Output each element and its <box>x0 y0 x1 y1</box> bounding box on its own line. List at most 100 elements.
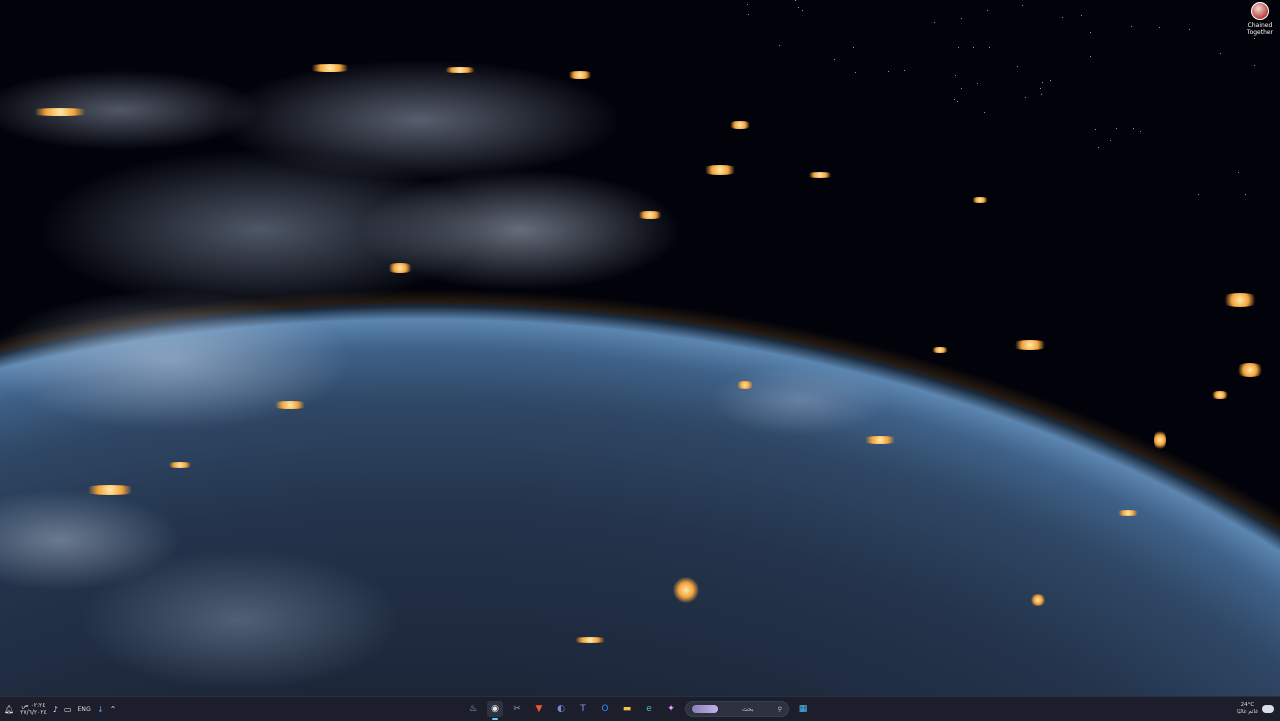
clock[interactable]: ٠٢:٢٤ ص ٢٧/٦/٢٠٢٤ <box>20 702 47 716</box>
city-light <box>1235 363 1265 377</box>
star <box>1237 172 1239 174</box>
star <box>1254 64 1255 66</box>
star <box>853 47 855 49</box>
star <box>1158 27 1160 29</box>
desktop-icon-chained-together[interactable]: Chained Together <box>1240 2 1280 42</box>
desktop-wallpaper: Chained Together <box>0 0 1280 696</box>
outlook-button[interactable]: O <box>597 701 613 717</box>
city-light <box>570 637 610 643</box>
star <box>778 44 780 46</box>
star <box>1133 128 1135 130</box>
city-light <box>735 381 755 389</box>
star <box>961 18 963 20</box>
star <box>1094 129 1096 131</box>
city-light <box>385 263 415 273</box>
star <box>1040 93 1042 95</box>
steam-button[interactable]: ♨ <box>465 701 481 717</box>
search-box[interactable]: بحث ⚲ <box>685 701 789 717</box>
city-light <box>1220 293 1260 307</box>
obs-icon: ◉ <box>491 704 499 714</box>
search-highlight-icon <box>692 705 718 713</box>
weather-condition: غائم غالبًا <box>1236 709 1258 715</box>
city-light <box>270 401 310 409</box>
star <box>833 59 835 61</box>
city-light <box>635 211 665 219</box>
star <box>957 101 959 103</box>
city-light <box>25 108 95 116</box>
weather-temp: 24°C <box>1240 702 1255 708</box>
star <box>855 71 857 73</box>
teams-icon: T <box>580 704 586 714</box>
star <box>958 46 960 48</box>
star <box>1189 29 1191 31</box>
star <box>954 99 956 101</box>
steam-icon: ♨ <box>468 704 478 714</box>
teams-button[interactable]: T <box>575 701 591 717</box>
discord-button[interactable]: ◐ <box>553 701 569 717</box>
star <box>747 4 749 6</box>
chevron-up-icon[interactable]: ⌃ <box>110 705 117 714</box>
file-explorer-button[interactable]: ▬ <box>619 701 635 717</box>
brave-icon: ▼ <box>535 704 543 714</box>
notification-icon[interactable]: 🔔︎ <box>4 705 14 714</box>
city-light <box>440 67 480 73</box>
star <box>795 0 797 2</box>
city-light <box>700 165 740 175</box>
star <box>1025 97 1027 99</box>
star <box>1081 15 1083 17</box>
discord-icon: ◐ <box>557 704 565 714</box>
city-light <box>673 577 699 603</box>
star <box>977 82 979 84</box>
star <box>1089 31 1091 33</box>
snipping-tool-icon: ✂ <box>513 704 521 714</box>
network-icon[interactable]: ▭ <box>64 705 72 714</box>
city-light <box>970 197 990 203</box>
star <box>802 10 804 11</box>
obs-button[interactable]: ◉ <box>487 701 503 720</box>
star <box>1017 66 1019 68</box>
taskbar-apps: ♨ ◉ ✂ ▼ ◐ T O ▬ e ✦ بحث ⚲ ▦ <box>465 699 811 720</box>
edge-icon: e <box>646 704 652 714</box>
download-icon[interactable]: ↓ <box>97 705 104 714</box>
chained-together-app-icon <box>1251 2 1269 20</box>
city-light <box>1154 429 1166 451</box>
star <box>1219 52 1221 54</box>
star <box>989 47 991 48</box>
star <box>1049 80 1051 82</box>
star <box>933 21 935 23</box>
brave-button[interactable]: ▼ <box>531 701 547 717</box>
city-light <box>930 347 950 353</box>
star <box>797 7 799 9</box>
city-light <box>305 64 355 72</box>
language-indicator[interactable]: ENG <box>77 706 91 713</box>
clock-date: ٢٧/٦/٢٠٢٤ <box>20 709 47 716</box>
star <box>1244 193 1246 195</box>
star <box>1130 26 1132 28</box>
folder-icon: ▬ <box>622 704 632 714</box>
edge-button[interactable]: e <box>641 701 657 717</box>
star <box>954 75 956 77</box>
weather-widget[interactable]: 24°C غائم غالبًا <box>1237 699 1274 719</box>
search-placeholder: بحث <box>742 705 754 713</box>
star <box>1140 130 1142 132</box>
star <box>984 112 986 114</box>
city-light <box>860 436 900 444</box>
copilot-icon: ✦ <box>667 704 675 714</box>
start-button[interactable]: ▦ <box>795 701 811 717</box>
copilot-button[interactable]: ✦ <box>663 701 679 717</box>
star <box>748 13 750 15</box>
star <box>1041 82 1043 84</box>
clock-time: ٠٢:٢٤ ص <box>21 702 46 709</box>
city-light <box>80 485 140 495</box>
taskbar: 🔔︎ ٠٢:٢٤ ص ٢٧/٦/٢٠٢٤ ♪ ▭ ENG ↓ ⌃ ♨ ◉ ✂ ▼… <box>0 696 1280 721</box>
city-light <box>1010 340 1050 350</box>
weather-text: 24°C غائم غالبًا <box>1237 702 1258 716</box>
star <box>1021 4 1023 6</box>
snipping-tool-button[interactable]: ✂ <box>509 701 525 717</box>
city-light <box>727 121 753 129</box>
earth-clouds <box>0 0 1280 696</box>
star <box>887 71 889 73</box>
volume-icon[interactable]: ♪ <box>53 705 58 714</box>
city-light <box>1115 510 1141 516</box>
star <box>1097 147 1099 149</box>
